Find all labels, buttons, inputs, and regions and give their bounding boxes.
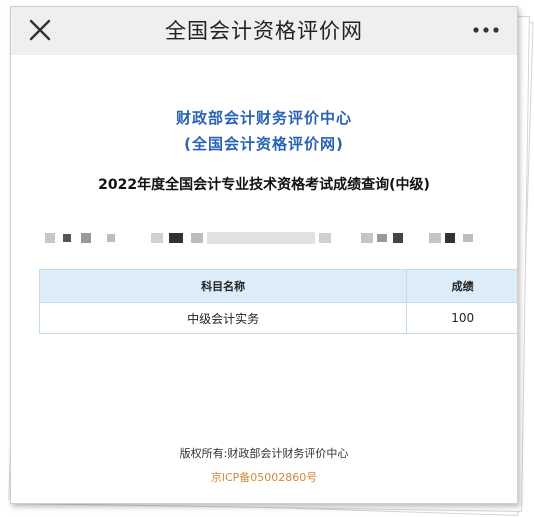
- table-header-row: 科目名称 成绩: [38, 269, 517, 303]
- organization-name: 财政部会计财务评价中心: [175, 109, 352, 127]
- more-icon[interactable]: [471, 21, 501, 39]
- top-navigation-bar: 全国会计资格评价网: [11, 7, 517, 55]
- score-table: 科目名称 成绩 中级会计实务 100: [38, 269, 517, 334]
- organization-subtitle: (全国会计资格评价网): [184, 135, 344, 153]
- query-title: 2022年度全国会计专业技术资格考试成绩查询(中级): [98, 177, 430, 193]
- copyright-text: 版权所有:财政部会计财务评价中心: [179, 447, 349, 460]
- score-cell: 100: [406, 302, 517, 334]
- subject-cell: 中级会计实务: [38, 302, 408, 334]
- column-header-score: 成绩: [406, 269, 517, 303]
- screenshot-page: 全国会计资格评价网 财政部会计财务评价中心 (全国会计资格评价网) 2022年度…: [10, 6, 518, 504]
- column-header-subject: 科目名称: [38, 269, 408, 303]
- page-title: 全国会计资格评价网: [165, 19, 363, 43]
- icp-license-link[interactable]: 京ICP备05002860号: [11, 469, 517, 485]
- table-row: 中级会计实务 100: [38, 302, 517, 334]
- redacted-candidate-info: [11, 229, 517, 249]
